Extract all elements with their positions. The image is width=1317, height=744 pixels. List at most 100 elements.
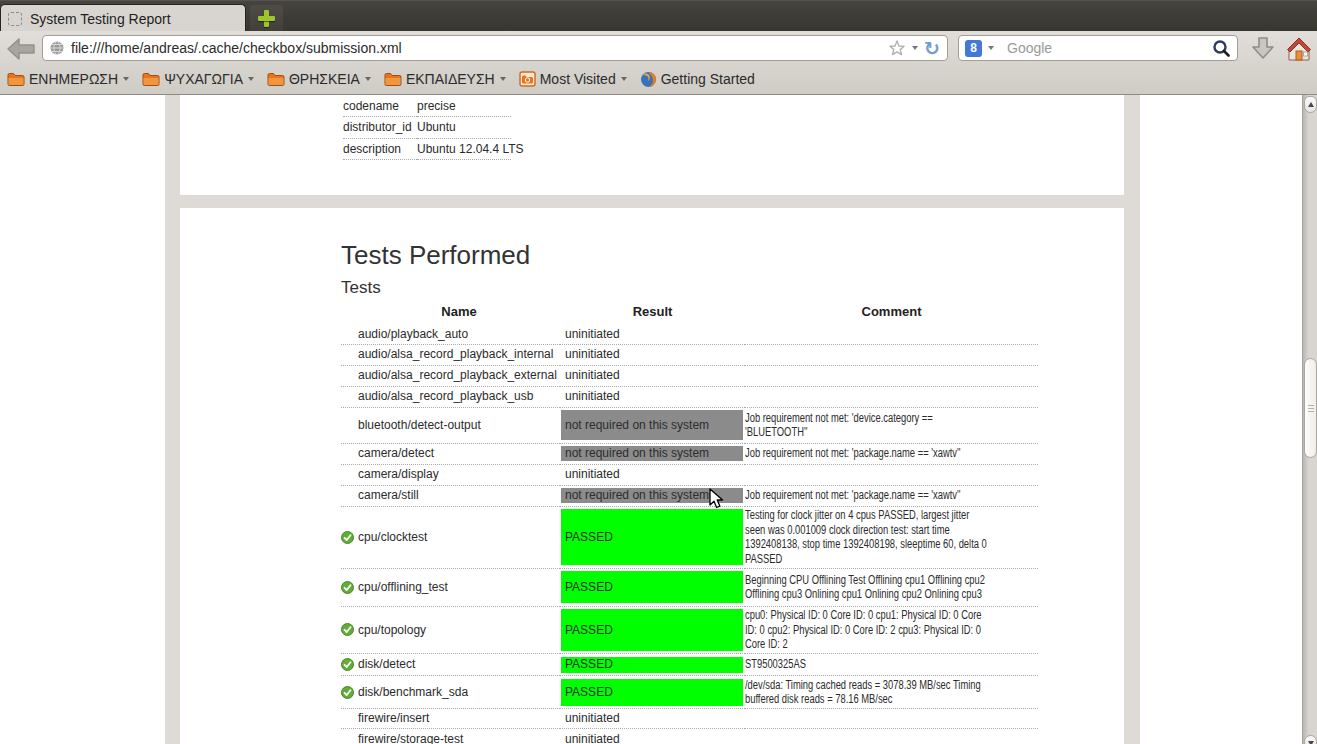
scroll-down-button[interactable] (1304, 735, 1317, 744)
test-result-cell: uninitiated (560, 709, 745, 729)
test-comment-cell (745, 365, 1038, 386)
system-info-table: codenameprecisedistributor_idUbuntudescr… (343, 95, 511, 160)
test-name-cell: bluetooth/detect-output (341, 407, 560, 443)
test-name: audio/alsa_record_playback_internal (358, 347, 553, 361)
bookmark-label: ΕΚΠΑΙΔΕΥΣΗ (406, 71, 495, 87)
section-title: Tests Performed (341, 240, 1124, 270)
test-comment-cell (745, 324, 1038, 344)
test-result-cell: uninitiated (560, 386, 745, 407)
test-row: cpu/offlining_testPASSEDBeginning CPU Of… (341, 568, 1038, 606)
bookmark-item-1[interactable]: ΕΝΗΜΕΡΩΣΗ (7, 71, 129, 87)
bookmark-item-5[interactable]: Most Visited (519, 71, 627, 87)
test-name: camera/still (358, 488, 419, 502)
scroll-up-icon (1308, 102, 1314, 107)
test-comment-cell: Job requirement not met: 'package.name =… (745, 443, 1038, 464)
test-comment-cell: ST9500325AS (745, 654, 1038, 676)
result-value: PASSED (561, 509, 743, 565)
subsection-title: Tests (341, 278, 1124, 298)
search-placeholder[interactable]: Google (1007, 40, 1212, 56)
test-name-cell: firewire/insert (341, 709, 560, 729)
test-comment-cell (745, 386, 1038, 407)
test-name-cell: cpu/topology (341, 606, 560, 654)
test-comment-cell: Job requirement not met: 'package.name =… (745, 485, 1038, 506)
bookmark-dropdown-icon (500, 77, 506, 81)
bookmark-item-4[interactable]: ΕΚΠΑΙΔΕΥΣΗ (384, 71, 506, 87)
test-comment: ST9500325AS (745, 657, 1038, 672)
result-value: uninitiated (560, 467, 745, 482)
bookmarks-toolbar: ΕΝΗΜΕΡΩΣΗ ΨΥΧΑΓΩΓΙΑ ΘΡΗΣΚΕΙΑ ΕΚΠΑΙΔΕΥΣΗ Most… (0, 64, 1317, 94)
test-result-cell: uninitiated (560, 729, 745, 744)
search-magnifier-icon[interactable] (1212, 39, 1230, 57)
bookmark-label: ΘΡΗΣΚΕΙΑ (289, 71, 360, 87)
bookmark-item-6[interactable]: Getting Started (640, 71, 755, 88)
bookmark-star-icon[interactable] (888, 39, 906, 57)
test-comment-cell: Job requirement not met: 'device.categor… (745, 407, 1038, 443)
scroll-up-button[interactable] (1304, 96, 1317, 113)
system-info-value: Ubuntu 12.04.4 LTS (417, 138, 511, 160)
result-value: uninitiated (560, 389, 745, 404)
url-dropdown-icon[interactable] (912, 46, 918, 50)
bookmark-item-2[interactable]: ΨΥΧΑΓΩΓΙΑ (142, 71, 254, 87)
download-icon[interactable] (1250, 35, 1276, 61)
test-comment-cell: Beginning CPU Offlining Test Offlining c… (745, 568, 1038, 606)
test-comment: Job requirement not met: 'device.categor… (745, 411, 1038, 440)
test-name: cpu/topology (358, 623, 426, 637)
test-result-cell: PASSED (560, 506, 745, 568)
test-result-cell: not required on this system (560, 407, 745, 443)
test-row: camera/display uninitiated (341, 464, 1038, 485)
test-comment: cpu0: Physical ID: 0 Core ID: 0 cpu1: Ph… (745, 608, 1038, 652)
bookmark-item-3[interactable]: ΘΡΗΣΚΕΙΑ (267, 71, 371, 87)
tests-performed-section: Tests Performed Tests NameResultComment … (180, 208, 1124, 744)
test-row: firewire/storage-test uninitiated (341, 729, 1038, 744)
test-row: bluetooth/detect-outputnot required on t… (341, 407, 1038, 443)
system-info-row: codenameprecise (343, 95, 511, 117)
most-visited-icon (519, 71, 536, 87)
test-name-cell: audio/playback_auto (341, 324, 560, 344)
test-row: firewire/insert uninitiated (341, 709, 1038, 729)
test-row: cpu/clocktestPASSEDTesting for clock jit… (341, 506, 1038, 568)
system-info-value: Ubuntu (417, 117, 511, 139)
test-name: audio/playback_auto (358, 327, 468, 341)
scrollbar-thumb[interactable] (1304, 358, 1317, 458)
passed-check-icon (341, 623, 354, 636)
test-name-cell: audio/alsa_record_playback_external (341, 365, 560, 386)
test-result-cell: uninitiated (560, 344, 745, 365)
tab-favicon-placeholder-icon (8, 12, 22, 26)
test-name: firewire/storage-test (358, 732, 463, 744)
system-info-row: distributor_idUbuntu (343, 117, 511, 139)
test-name: camera/display (358, 467, 439, 481)
test-name: cpu/offlining_test (358, 580, 448, 594)
search-engine-dropdown-icon[interactable] (988, 46, 994, 50)
home-icon[interactable] (1286, 36, 1312, 61)
test-row: camera/detectnot required on this system… (341, 443, 1038, 464)
passed-check-icon (341, 658, 354, 671)
tests-table: NameResultComment audio/playback_autouni… (341, 302, 1038, 744)
result-value: not required on this system (561, 410, 743, 440)
test-name-cell: cpu/offlining_test (341, 568, 560, 606)
back-button[interactable] (6, 37, 36, 61)
vertical-scrollbar[interactable] (1302, 95, 1317, 744)
test-name: firewire/insert (358, 711, 429, 725)
bookmark-dropdown-icon (123, 77, 129, 81)
tab-system-testing-report[interactable]: System Testing Report (0, 4, 246, 32)
result-value: uninitiated (560, 368, 745, 383)
passed-check-icon (341, 686, 354, 699)
system-info-label: description (343, 138, 417, 160)
system-info-row: descriptionUbuntu 12.04.4 LTS (343, 138, 511, 160)
test-name-cell: camera/detect (341, 443, 560, 464)
test-comment: Job requirement not met: 'package.name =… (745, 488, 1038, 503)
test-row: camera/stillnot required on this systemJ… (341, 485, 1038, 506)
test-name: cpu/clocktest (358, 530, 427, 544)
reload-icon[interactable]: ↻ (924, 39, 940, 57)
passed-check-icon (341, 581, 354, 594)
search-bar[interactable]: 8 Google (958, 35, 1238, 61)
url-bar[interactable]: file:///home/andreas/.cache/checkbox/sub… (42, 35, 948, 61)
google-favicon: 8 (965, 40, 982, 57)
test-result-cell: uninitiated (560, 324, 745, 344)
tab-title: System Testing Report (30, 11, 171, 27)
url-text[interactable]: file:///home/andreas/.cache/checkbox/sub… (71, 40, 888, 56)
system-info-label: codename (343, 95, 417, 117)
test-row: audio/playback_auto uninitiated (341, 324, 1038, 344)
test-name-cell: disk/detect (341, 654, 560, 676)
new-tab-button[interactable] (250, 5, 283, 32)
